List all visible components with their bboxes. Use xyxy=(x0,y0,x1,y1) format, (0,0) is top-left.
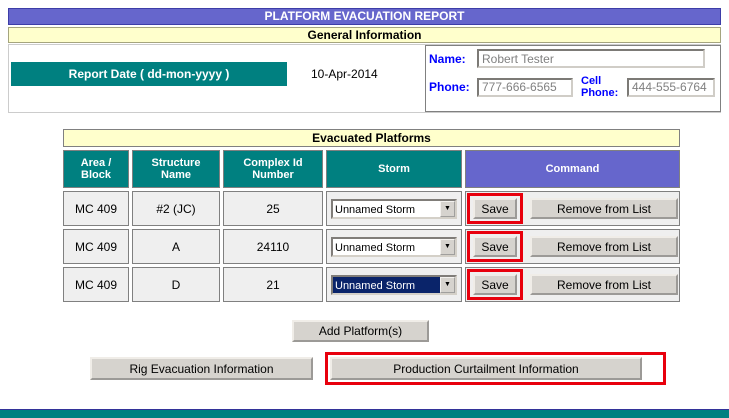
remove-from-list-button[interactable]: Remove from List xyxy=(530,198,678,219)
storm-dropdown[interactable]: Unnamed Storm ▼ xyxy=(331,237,457,257)
command-cell: Save Remove from List xyxy=(465,267,680,302)
storm-dropdown[interactable]: Unnamed Storm ▼ xyxy=(331,199,457,219)
platform-evacuation-report-page: PLATFORM EVACUATION REPORT General Infor… xyxy=(0,0,729,418)
cell-phone-label: Cell Phone: xyxy=(581,75,625,99)
phone-label: Phone: xyxy=(429,80,477,94)
storm-dropdown[interactable]: Unnamed Storm ▼ xyxy=(331,275,457,295)
area-block-cell: MC 409 xyxy=(63,229,129,264)
col-header-command: Command xyxy=(465,150,680,188)
storm-dropdown-value: Unnamed Storm xyxy=(333,277,440,293)
save-highlight-annotation: Save xyxy=(467,193,523,224)
area-block-cell: MC 409 xyxy=(63,267,129,302)
evacuated-platforms-table: Evacuated Platforms Area / Block Structu… xyxy=(60,126,683,305)
area-block-cell: MC 409 xyxy=(63,191,129,226)
add-platforms-button[interactable]: Add Platform(s) xyxy=(292,320,429,342)
complex-id-cell: 25 xyxy=(223,191,323,226)
save-button[interactable]: Save xyxy=(473,236,517,257)
save-highlight-annotation: Save xyxy=(467,269,523,300)
storm-cell: Unnamed Storm ▼ xyxy=(326,191,462,226)
col-header-storm: Storm xyxy=(326,150,462,188)
save-button[interactable]: Save xyxy=(473,198,517,219)
command-cell: Save Remove from List xyxy=(465,191,680,226)
report-date-label: Report Date ( dd-mon-yyyy ) xyxy=(11,62,287,86)
storm-dropdown-value: Unnamed Storm xyxy=(333,201,440,217)
cell-phone-input[interactable] xyxy=(627,78,715,97)
table-row: MC 409 D 21 Unnamed Storm ▼ Save Remove … xyxy=(63,267,680,302)
structure-name-cell: A xyxy=(132,229,220,264)
col-header-structure-name: Structure Name xyxy=(132,150,220,188)
complex-id-cell: 21 xyxy=(223,267,323,302)
report-date-value: 10-Apr-2014 xyxy=(311,67,378,81)
save-button[interactable]: Save xyxy=(473,274,517,295)
remove-from-list-button[interactable]: Remove from List xyxy=(530,274,678,295)
name-input[interactable] xyxy=(477,49,705,68)
general-information-section: Report Date ( dd-mon-yyyy ) 10-Apr-2014 … xyxy=(8,44,721,113)
name-row: Name: xyxy=(429,49,717,68)
evacuated-platforms-section-header: Evacuated Platforms xyxy=(63,129,680,147)
table-row: MC 409 #2 (JC) 25 Unnamed Storm ▼ Save R… xyxy=(63,191,680,226)
name-label: Name: xyxy=(429,52,477,66)
chevron-down-icon: ▼ xyxy=(440,277,455,293)
complex-id-cell: 24110 xyxy=(223,229,323,264)
table-row: MC 409 A 24110 Unnamed Storm ▼ Save Remo… xyxy=(63,229,680,264)
save-highlight-annotation: Save xyxy=(467,231,523,262)
rig-evacuation-information-button[interactable]: Rig Evacuation Information xyxy=(90,357,313,380)
col-header-area-block: Area / Block xyxy=(63,150,129,188)
col-header-complex-id: Complex Id Number xyxy=(223,150,323,188)
table-title-row: Evacuated Platforms xyxy=(63,129,680,147)
general-information-section-header: General Information xyxy=(8,27,721,43)
chevron-down-icon: ▼ xyxy=(440,201,455,217)
storm-dropdown-value: Unnamed Storm xyxy=(333,239,440,255)
structure-name-cell: #2 (JC) xyxy=(132,191,220,226)
command-cell: Save Remove from List xyxy=(465,229,680,264)
storm-cell: Unnamed Storm ▼ xyxy=(326,267,462,302)
chevron-down-icon: ▼ xyxy=(440,239,455,255)
production-curtailment-highlight-annotation: Production Curtailment Information xyxy=(325,352,666,385)
phone-row: Phone: Cell Phone: xyxy=(429,75,717,99)
remove-from-list-button[interactable]: Remove from List xyxy=(530,236,678,257)
phone-input[interactable] xyxy=(477,78,573,97)
bottom-divider-bar xyxy=(0,409,729,418)
contact-info-box: Name: Phone: Cell Phone: xyxy=(425,45,721,112)
page-title: PLATFORM EVACUATION REPORT xyxy=(8,8,721,25)
table-header-row: Area / Block Structure Name Complex Id N… xyxy=(63,150,680,188)
storm-cell: Unnamed Storm ▼ xyxy=(326,229,462,264)
production-curtailment-information-button[interactable]: Production Curtailment Information xyxy=(330,357,642,380)
structure-name-cell: D xyxy=(132,267,220,302)
